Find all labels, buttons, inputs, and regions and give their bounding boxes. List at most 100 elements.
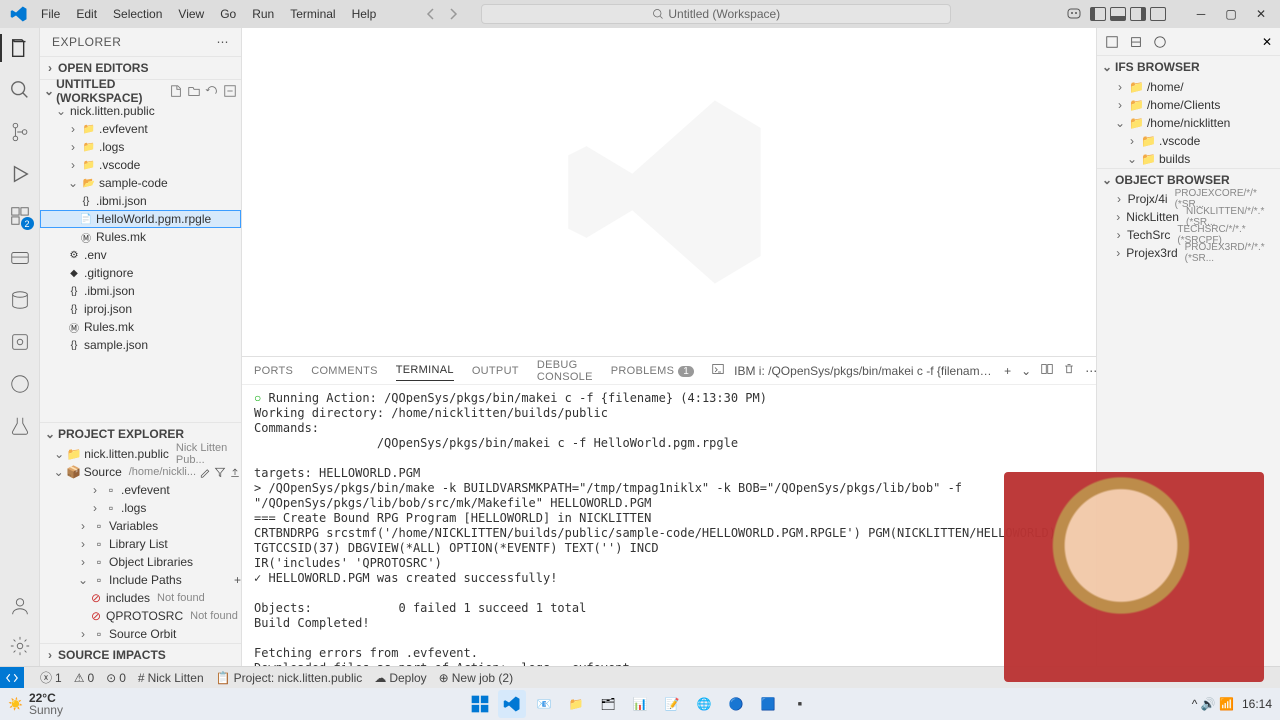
misc-icon[interactable] bbox=[8, 372, 32, 396]
object-browser-header[interactable]: ⌄ OBJECT BROWSER bbox=[1097, 168, 1280, 190]
task-app2-icon[interactable]: 📊 bbox=[626, 690, 654, 718]
open-editors-header[interactable]: › OPEN EDITORS bbox=[40, 57, 241, 79]
test-icon[interactable] bbox=[8, 414, 32, 438]
task-app3-icon[interactable]: 📝 bbox=[658, 690, 686, 718]
menu-selection[interactable]: Selection bbox=[106, 5, 169, 23]
layout-custom-icon[interactable] bbox=[1150, 7, 1166, 21]
ifs-builds[interactable]: ⌄📁builds bbox=[1097, 150, 1280, 168]
file--ibmi-json[interactable]: {}.ibmi.json bbox=[40, 282, 241, 300]
start-button[interactable] bbox=[466, 690, 494, 718]
menu-view[interactable]: View bbox=[171, 5, 211, 23]
file--gitignore[interactable]: ◆.gitignore bbox=[40, 264, 241, 282]
more-icon[interactable]: ⋯ bbox=[217, 35, 230, 49]
upload-icon[interactable] bbox=[229, 466, 241, 478]
task-edge-icon[interactable]: 🔵 bbox=[722, 690, 750, 718]
source-impacts-header[interactable]: › SOURCE IMPACTS bbox=[40, 644, 241, 666]
file-Rules-mk[interactable]: ⓂRules.mk bbox=[40, 228, 241, 246]
more-terminal-icon[interactable]: ⋯ bbox=[1085, 364, 1096, 378]
remote-indicator[interactable] bbox=[0, 667, 24, 689]
task-browser-icon[interactable]: 🟦 bbox=[754, 690, 782, 718]
copilot-icon[interactable] bbox=[1066, 5, 1082, 24]
account-icon[interactable] bbox=[8, 594, 32, 618]
panel-tab-terminal[interactable]: TERMINAL bbox=[396, 360, 454, 381]
ifs--vscode[interactable]: ›📁.vscode bbox=[1097, 132, 1280, 150]
maximize-button[interactable]: ▢ bbox=[1216, 0, 1246, 28]
panel-tab-problems[interactable]: PROBLEMS1 bbox=[611, 361, 694, 381]
panel-tab-output[interactable]: OUTPUT bbox=[472, 361, 519, 381]
pe-includes[interactable]: ⊘includesNot found bbox=[40, 589, 241, 607]
tray-icons[interactable]: ^ 🔊 📶 bbox=[1192, 697, 1234, 711]
pe--evfevent[interactable]: ›▫.evfevent bbox=[40, 481, 241, 499]
weather-widget[interactable]: ☀️ 22°C Sunny bbox=[8, 692, 63, 716]
new-terminal-button[interactable]: + bbox=[1004, 364, 1011, 378]
ifs--home-Clients[interactable]: ›📁/home/Clients bbox=[1097, 96, 1280, 114]
menu-help[interactable]: Help bbox=[345, 5, 384, 23]
status-newjob[interactable]: ⊕ New job (2) bbox=[439, 671, 513, 685]
status-warnings[interactable]: ⚠ 0 bbox=[74, 671, 94, 685]
clock[interactable]: 16:14 bbox=[1242, 697, 1272, 711]
collapse-icon[interactable] bbox=[223, 84, 237, 98]
layout-bottom-icon[interactable] bbox=[1110, 7, 1126, 21]
menu-go[interactable]: Go bbox=[213, 5, 243, 23]
minimize-button[interactable]: ─ bbox=[1186, 0, 1216, 28]
file-iproj-json[interactable]: {}iproj.json bbox=[40, 300, 241, 318]
scm-icon[interactable] bbox=[8, 120, 32, 144]
file--logs[interactable]: ›📁.logs bbox=[40, 138, 241, 156]
workspace-header[interactable]: ⌄ UNTITLED (WORKSPACE) bbox=[40, 80, 241, 102]
status-errors[interactable]: ⓧ 1 bbox=[40, 669, 62, 686]
pe-Source-Orbit[interactable]: ›▫Source Orbit bbox=[40, 625, 241, 643]
tree-root[interactable]: ⌄nick.litten.public bbox=[40, 102, 241, 120]
task-terminal-icon[interactable]: ▪️ bbox=[786, 690, 814, 718]
close-right-icon[interactable]: ✕ bbox=[1262, 35, 1272, 49]
refresh-icon[interactable] bbox=[205, 84, 219, 98]
new-folder-icon[interactable] bbox=[187, 84, 201, 98]
file--env[interactable]: ⚙.env bbox=[40, 246, 241, 264]
status-deploy[interactable]: ☁ Deploy bbox=[374, 671, 426, 685]
add-icon[interactable]: + bbox=[234, 573, 241, 587]
status-ports[interactable]: ⊙ 0 bbox=[106, 671, 126, 685]
file-HelloWorld-pgm-rpgle[interactable]: 📄HelloWorld.pgm.rpgle bbox=[40, 210, 241, 228]
project-icon[interactable] bbox=[8, 330, 32, 354]
terminal-output[interactable]: ○ Running Action: /QOpenSys/pkgs/bin/mak… bbox=[242, 385, 1096, 666]
action1-icon[interactable] bbox=[1105, 35, 1119, 49]
file-sample-code[interactable]: ⌄📂sample-code bbox=[40, 174, 241, 192]
debug-icon[interactable] bbox=[8, 162, 32, 186]
pe-Variables[interactable]: ›▫Variables bbox=[40, 517, 241, 535]
db-icon[interactable] bbox=[8, 288, 32, 312]
layout-left-icon[interactable] bbox=[1090, 7, 1106, 21]
pe-QPROTOSRC[interactable]: ⊘QPROTOSRCNot found bbox=[40, 607, 241, 625]
action2-icon[interactable] bbox=[1129, 35, 1143, 49]
close-button[interactable]: ✕ bbox=[1246, 0, 1276, 28]
file--vscode[interactable]: ›📁.vscode bbox=[40, 156, 241, 174]
task-app1-icon[interactable]: 🗂 bbox=[594, 690, 622, 718]
task-outlook-icon[interactable]: 📧 bbox=[530, 690, 558, 718]
trash-icon[interactable] bbox=[1063, 363, 1075, 378]
pe-Include-Paths[interactable]: ⌄▫Include Paths+ bbox=[40, 571, 241, 589]
task-vscode-icon[interactable] bbox=[498, 690, 526, 718]
nav-forward-icon[interactable] bbox=[445, 6, 461, 22]
menu-file[interactable]: File bbox=[34, 5, 67, 23]
panel-tab-ports[interactable]: PORTS bbox=[254, 361, 293, 381]
split-terminal-icon[interactable] bbox=[1041, 363, 1053, 378]
ob-Projex3rd[interactable]: ›Projex3rdPROJEX3RD/*/*.* (*SR... bbox=[1097, 244, 1280, 262]
pe-root[interactable]: ⌄ 📁 nick.litten.public Nick Litten Pub..… bbox=[40, 445, 241, 463]
terminal-dropdown-icon[interactable]: ⌄ bbox=[1021, 364, 1031, 378]
explorer-icon[interactable] bbox=[8, 36, 32, 60]
menu-run[interactable]: Run bbox=[245, 5, 281, 23]
settings-icon[interactable] bbox=[8, 634, 32, 658]
status-user[interactable]: # Nick Litten bbox=[138, 671, 204, 685]
task-chrome-icon[interactable]: 🌐 bbox=[690, 690, 718, 718]
pe--logs[interactable]: ›▫.logs bbox=[40, 499, 241, 517]
nav-back-icon[interactable] bbox=[423, 6, 439, 22]
file--evfevent[interactable]: ›📁.evfevent bbox=[40, 120, 241, 138]
edit-icon[interactable] bbox=[199, 466, 211, 478]
pe-Object-Libraries[interactable]: ›▫Object Libraries bbox=[40, 553, 241, 571]
panel-tab-comments[interactable]: COMMENTS bbox=[311, 361, 378, 381]
pe-source[interactable]: ⌄ 📦 Source /home/nickli... bbox=[40, 463, 241, 481]
ifs--home-nicklitten[interactable]: ⌄📁/home/nicklitten bbox=[1097, 114, 1280, 132]
file-Rules-mk[interactable]: ⓂRules.mk bbox=[40, 318, 241, 336]
action3-icon[interactable] bbox=[1153, 35, 1167, 49]
filter-icon[interactable] bbox=[214, 466, 226, 478]
menu-edit[interactable]: Edit bbox=[69, 5, 104, 23]
menu-terminal[interactable]: Terminal bbox=[283, 5, 342, 23]
